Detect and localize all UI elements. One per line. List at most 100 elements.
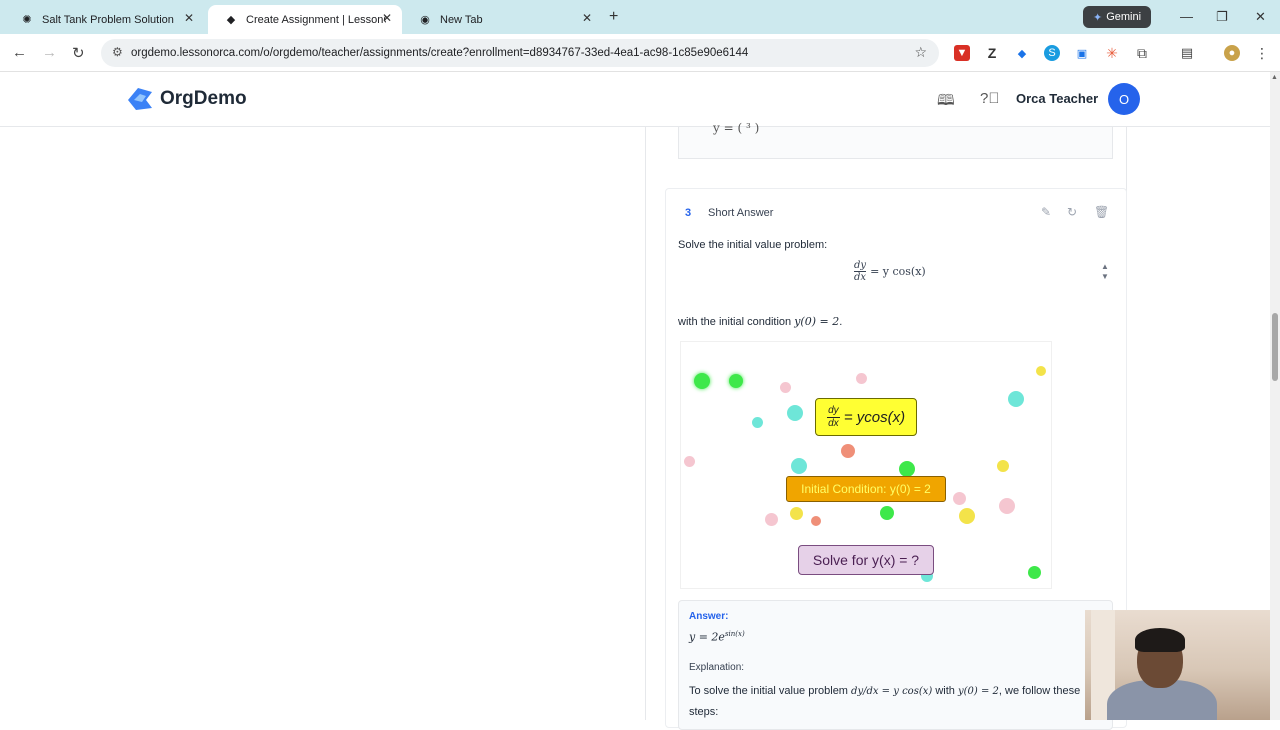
regenerate-icon[interactable]: ↻ bbox=[1067, 205, 1077, 219]
tab-title: Salt Tank Problem Solution bbox=[42, 13, 174, 26]
avatar[interactable]: O bbox=[1108, 83, 1140, 115]
question-illustration: dy dx = ycos(x) Initial Condition: y(0) … bbox=[680, 341, 1052, 589]
bookmark-star-icon[interactable]: ☆ bbox=[914, 44, 927, 61]
condition-prefix: with the initial condition bbox=[678, 316, 792, 328]
answer-label: Answer: bbox=[689, 611, 729, 622]
equation-scroll-arrows[interactable]: ▲ ▼ bbox=[1101, 262, 1109, 282]
explanation-with: with bbox=[935, 685, 955, 697]
page-scrollbar[interactable]: ▲ bbox=[1270, 72, 1280, 720]
trash-icon[interactable]: 🗑 bbox=[1094, 205, 1109, 219]
explanation-equation: dy/dx = y cos(x) bbox=[851, 686, 933, 697]
previous-question-card: y = ( ³ ) bbox=[678, 121, 1113, 159]
particle bbox=[765, 513, 778, 526]
side-panel-icon[interactable]: ▤ bbox=[1179, 45, 1195, 61]
extension-icon[interactable]: ◆ bbox=[1014, 45, 1030, 61]
forward-icon[interactable]: → bbox=[42, 44, 57, 61]
question-type: Short Answer bbox=[708, 207, 774, 219]
help-icon[interactable]: ?⃝ bbox=[980, 90, 1000, 107]
explanation-intro: To solve the initial value problem bbox=[689, 685, 848, 697]
previous-answer-math: y = ( ³ ) bbox=[713, 121, 760, 135]
particle bbox=[790, 507, 803, 520]
zotero-icon[interactable]: Z bbox=[984, 45, 1000, 61]
particle bbox=[959, 508, 975, 524]
browser-tab-bar: ✺ Salt Tank Problem Solution ✕ ◆ Create … bbox=[0, 0, 1280, 34]
tab-create-assignment[interactable]: ◆ Create Assignment | LessonOrca ✕ bbox=[208, 5, 402, 34]
solve-box: Solve for y(x) = ? bbox=[798, 545, 934, 575]
particle bbox=[1028, 566, 1041, 579]
particle bbox=[953, 492, 966, 505]
fraction-numerator: dy bbox=[854, 260, 867, 271]
puzzle-icon[interactable]: ⧉ bbox=[1134, 45, 1150, 61]
chatgpt-icon: ✺ bbox=[22, 14, 32, 26]
book-icon[interactable]: 🕮 bbox=[937, 90, 955, 115]
fraction-numerator: dy bbox=[828, 404, 839, 416]
tab-title: Create Assignment | LessonOrca bbox=[246, 13, 386, 26]
new-tab-button[interactable]: + bbox=[609, 8, 618, 26]
site-info-icon[interactable]: ⚙ bbox=[112, 45, 123, 59]
explanation-label: Explanation: bbox=[689, 662, 745, 673]
derivative-fraction: dy dx bbox=[854, 260, 866, 283]
url-text: orgdemo.lessonorca.com/o/orgdemo/teacher… bbox=[131, 47, 749, 59]
profile-icon[interactable]: ● bbox=[1224, 45, 1240, 61]
extension-icon[interactable]: S bbox=[1044, 45, 1060, 61]
display-equation: dy dx = y cos(x) bbox=[854, 260, 926, 283]
minimize-icon[interactable]: — bbox=[1180, 9, 1193, 24]
logo[interactable]: OrgDemo bbox=[126, 86, 247, 112]
condition-suffix: . bbox=[839, 316, 843, 328]
close-icon[interactable]: ✕ bbox=[184, 11, 194, 25]
menu-icon[interactable]: ⋮ bbox=[1254, 45, 1270, 61]
fraction-denominator: dx bbox=[854, 272, 867, 283]
explanation-condition: y(0) = 2 bbox=[957, 686, 999, 697]
gemini-label: Gemini bbox=[1106, 11, 1142, 23]
chrome-icon: ◉ bbox=[420, 14, 430, 26]
tab-salt-tank[interactable]: ✺ Salt Tank Problem Solution ✕ bbox=[4, 5, 204, 34]
particle bbox=[999, 498, 1015, 514]
divider bbox=[645, 127, 646, 720]
scrollbar-thumb[interactable] bbox=[1272, 313, 1278, 381]
particle bbox=[780, 382, 791, 393]
webcam-overlay bbox=[1085, 610, 1280, 720]
gemini-button[interactable]: ✦ Gemini bbox=[1083, 6, 1151, 28]
particle bbox=[684, 456, 695, 467]
explanation-text: To solve the initial value problem dy/dx… bbox=[689, 681, 1081, 722]
app-header: OrgDemo 🕮 ?⃝ Orca Teacher O bbox=[0, 72, 1270, 127]
particle bbox=[787, 405, 803, 421]
scroll-up-icon[interactable]: ▲ bbox=[1271, 74, 1278, 81]
close-icon[interactable]: ✕ bbox=[382, 11, 392, 25]
user-name[interactable]: Orca Teacher bbox=[1016, 91, 1098, 106]
particle bbox=[880, 506, 894, 520]
particle bbox=[1036, 366, 1046, 376]
address-bar[interactable]: ⚙ orgdemo.lessonorca.com/o/orgdemo/teach… bbox=[101, 39, 939, 67]
brand-name: OrgDemo bbox=[160, 88, 247, 109]
particle bbox=[856, 373, 867, 384]
window-close-icon[interactable]: ✕ bbox=[1255, 9, 1266, 25]
derivative-fraction: dy dx bbox=[826, 404, 840, 430]
particle bbox=[1008, 391, 1024, 407]
extension-icon[interactable]: ▣ bbox=[1074, 45, 1090, 61]
question-prompt: Solve the initial value problem: bbox=[678, 239, 828, 251]
orca-logo-icon bbox=[128, 88, 152, 110]
condition-math: y(0) = 2 bbox=[794, 315, 840, 328]
particle bbox=[694, 373, 710, 389]
equation-box: dy dx = ycos(x) bbox=[815, 398, 917, 436]
question-number: 3 bbox=[684, 207, 692, 219]
edit-icon[interactable]: ✎ bbox=[1041, 205, 1051, 219]
reload-icon[interactable]: ↻ bbox=[72, 44, 85, 62]
equation-rhs: = ycos(x) bbox=[843, 408, 906, 426]
extension-icon[interactable]: ▼ bbox=[954, 45, 970, 61]
initial-condition-text: with the initial condition y(0) = 2. bbox=[678, 315, 842, 328]
particle bbox=[997, 460, 1009, 472]
particle bbox=[899, 461, 915, 477]
extension-icon[interactable]: ✳ bbox=[1104, 45, 1120, 61]
particle bbox=[811, 516, 821, 526]
answer-exponent: sin(x) bbox=[724, 630, 745, 638]
restore-icon[interactable]: ❐ bbox=[1216, 9, 1228, 25]
close-icon[interactable]: ✕ bbox=[582, 11, 592, 25]
back-icon[interactable]: ← bbox=[12, 44, 27, 61]
answer-value: y = 2esin(x) bbox=[689, 630, 745, 644]
tab-new-tab[interactable]: ◉ New Tab ✕ bbox=[402, 5, 602, 34]
equation-rhs: = y cos(x) bbox=[870, 265, 926, 278]
particle bbox=[791, 458, 807, 474]
fraction-denominator: dx bbox=[828, 417, 839, 429]
particle bbox=[752, 417, 763, 428]
